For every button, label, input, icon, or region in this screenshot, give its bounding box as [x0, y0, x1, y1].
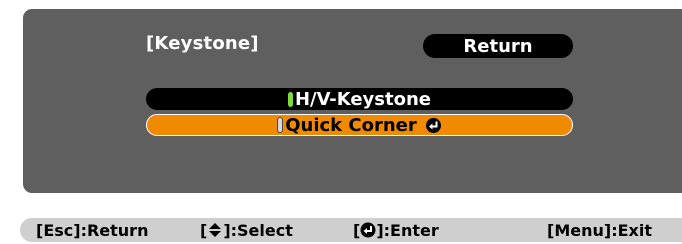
hint-esc: [Esc] :Return	[36, 221, 148, 240]
hint-enter: [ ] :Enter	[353, 221, 439, 240]
hint-enter-close: ]	[376, 220, 384, 240]
menu-item-hv-keystone[interactable]: H/V-Keystone	[146, 88, 573, 110]
return-button[interactable]: Return	[423, 34, 573, 58]
menu-item-label: H/V-Keystone	[294, 88, 431, 110]
enter-icon	[360, 222, 376, 238]
active-marker-icon	[287, 91, 293, 107]
hint-esc-key: [Esc]	[36, 220, 81, 240]
enter-icon	[425, 117, 442, 134]
hint-enter-open: [	[353, 220, 361, 240]
hint-select: [ ] :Select	[200, 221, 293, 240]
hint-select-open: [	[200, 220, 208, 240]
menu-item-label: Quick Corner	[285, 114, 417, 136]
hint-menu: [Menu] :Exit	[547, 221, 652, 240]
hint-select-close: ]	[223, 220, 231, 240]
dialog-title: [Keystone]	[146, 33, 259, 54]
return-button-label: Return	[463, 35, 533, 57]
hint-menu-action: :Exit	[611, 220, 652, 240]
hint-enter-action: :Enter	[383, 220, 439, 240]
menu-item-quick-corner[interactable]: Quick Corner	[146, 114, 573, 136]
hint-menu-key: [Menu]	[547, 220, 612, 240]
hint-esc-action: :Return	[80, 220, 149, 240]
inactive-marker-icon	[277, 117, 284, 133]
projector-menu-screen: [Keystone] Return H/V-Keystone Quick Cor…	[0, 0, 682, 244]
hint-select-action: :Select	[230, 220, 293, 240]
footer-hint-bar: [Esc] :Return [ ] :Select []:Enter [Me…	[20, 218, 682, 242]
up-down-arrow-icon	[207, 222, 223, 238]
